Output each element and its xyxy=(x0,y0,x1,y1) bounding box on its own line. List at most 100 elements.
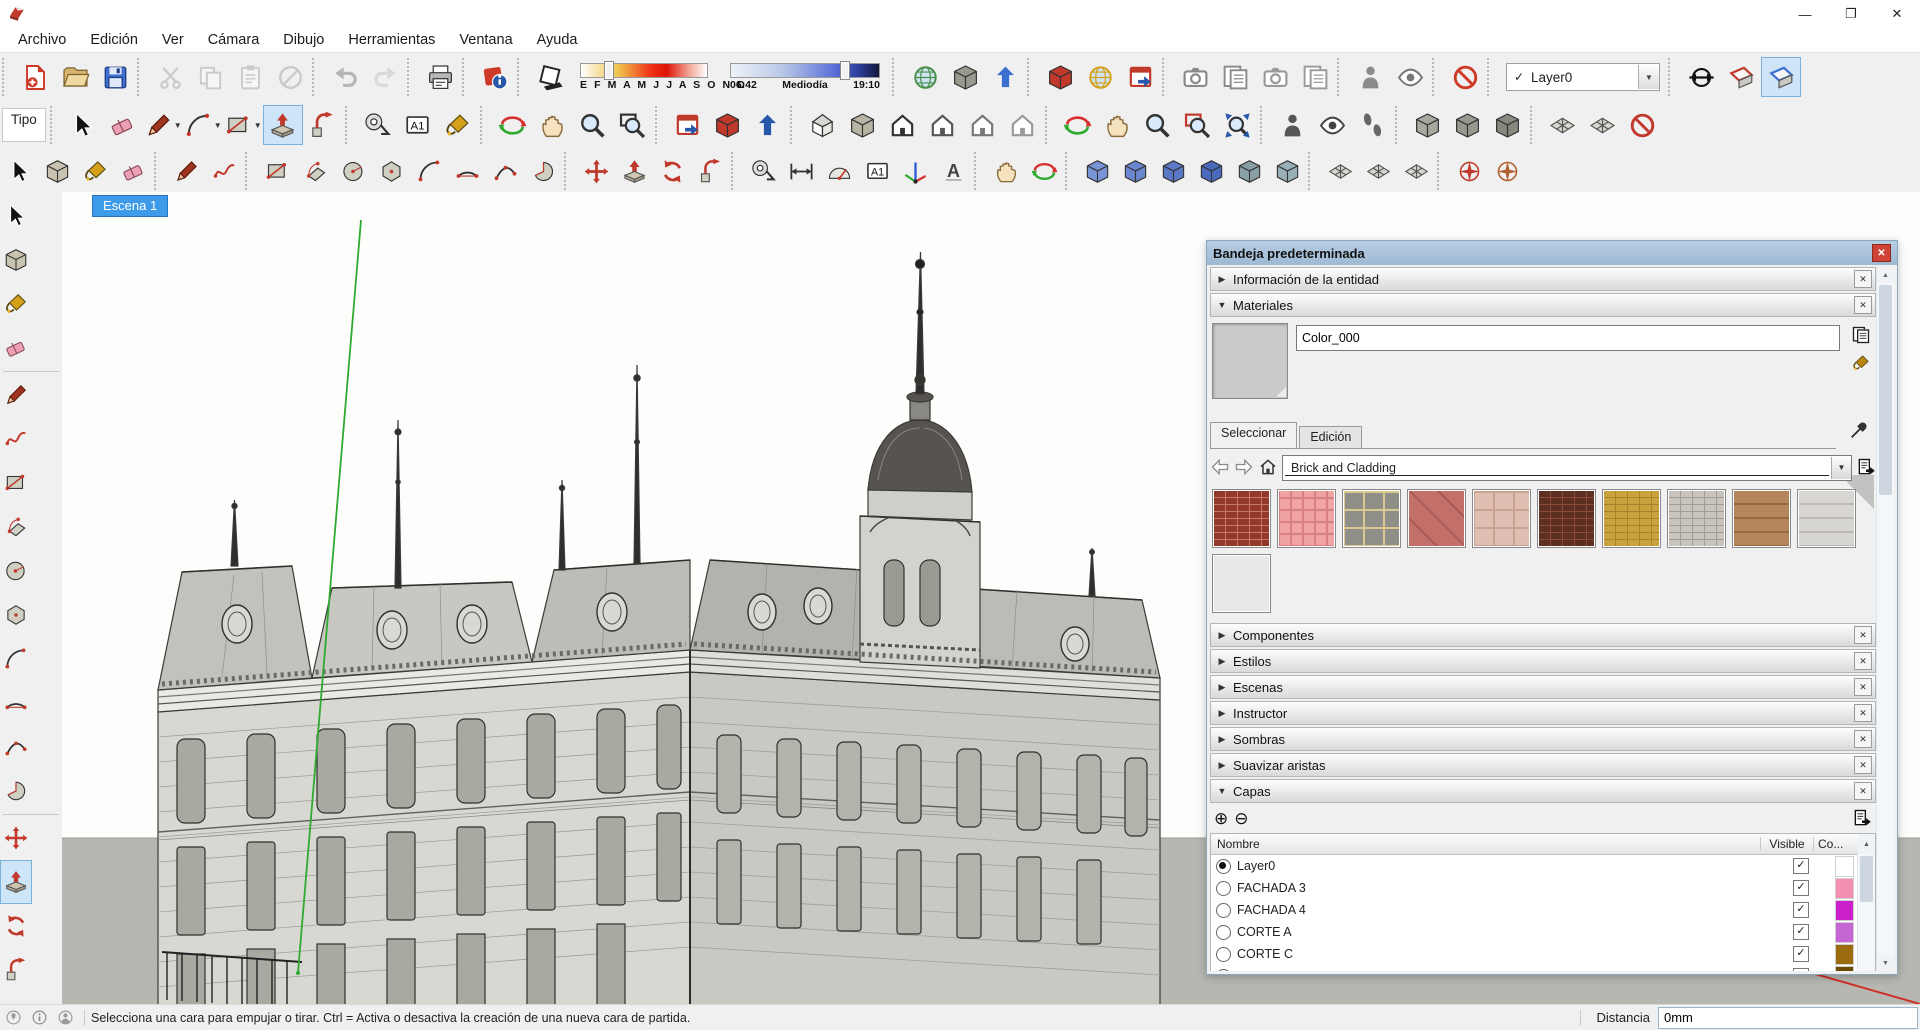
tab-edicion[interactable]: Edición xyxy=(1299,426,1362,448)
arc-button-2-icon[interactable] xyxy=(410,152,448,190)
shadow-time-slider[interactable]: 06:42 Mediodía 19:10 xyxy=(730,63,880,91)
dropdown-caret-icon[interactable]: ▼ xyxy=(254,121,262,130)
tray-close-button[interactable]: ✕ xyxy=(1872,244,1891,262)
layer-radio[interactable] xyxy=(1216,969,1231,972)
menu-herramientas[interactable]: Herramientas xyxy=(336,29,447,51)
material-swatch-white-plaster[interactable] xyxy=(1212,554,1271,613)
expander-arrow-icon[interactable]: ▶ xyxy=(1211,734,1233,745)
sandbox-smoove-button-icon[interactable] xyxy=(1583,105,1623,145)
close-button[interactable]: ✕ xyxy=(1874,0,1920,28)
view-model-box-button-icon[interactable] xyxy=(843,105,883,145)
circle-tool-icon[interactable] xyxy=(0,549,32,593)
section-close-button[interactable]: ✕ xyxy=(1854,678,1872,696)
scene-tab-escena-1[interactable]: Escena 1 xyxy=(92,195,168,217)
section-close-button[interactable]: ✕ xyxy=(1854,296,1872,314)
orbit-tool-button-icon[interactable] xyxy=(493,105,533,145)
toolbar-grip[interactable] xyxy=(245,152,254,190)
followme-tool-button-icon[interactable] xyxy=(303,105,343,145)
followme-tool-icon[interactable] xyxy=(0,948,32,992)
tape-measure-button-icon[interactable] xyxy=(358,105,398,145)
zoom-tool-button-icon[interactable] xyxy=(573,105,613,145)
look-around-toolbar-button-icon[interactable] xyxy=(1390,57,1430,97)
toolbar-grip[interactable] xyxy=(1162,58,1171,96)
rotate-button-2-icon[interactable] xyxy=(653,152,691,190)
toggle-terrain-button-icon[interactable] xyxy=(945,57,985,97)
tape-button-2-icon[interactable] xyxy=(744,152,782,190)
section-close-button[interactable]: ✕ xyxy=(1854,730,1872,748)
line-tool-icon[interactable] xyxy=(0,373,32,417)
pushpull-tool-icon[interactable] xyxy=(0,860,32,904)
layers-scroll-down-icon[interactable]: ▼ xyxy=(1858,970,1875,971)
position-camera-button-icon[interactable] xyxy=(1273,105,1313,145)
layer-visible-checkbox[interactable]: ✓ xyxy=(1793,924,1809,940)
eraser-tool-icon[interactable] xyxy=(0,326,32,370)
layer-row-corte-a[interactable]: CORTE A✓ xyxy=(1211,921,1875,943)
pie-tool-icon[interactable] xyxy=(0,769,32,813)
toolbar-grip[interactable] xyxy=(1487,58,1496,96)
column-nombre[interactable]: Nombre xyxy=(1211,837,1761,851)
expander-arrow-icon[interactable]: ▶ xyxy=(1211,682,1233,693)
date-slider-thumb[interactable] xyxy=(604,61,614,80)
layer-color-swatch[interactable] xyxy=(1835,900,1854,921)
menu-ventana[interactable]: Ventana xyxy=(447,29,524,51)
sandbox-from-contours-button-icon[interactable] xyxy=(1543,105,1583,145)
remove-layer-button[interactable]: ⊖ xyxy=(1234,809,1248,829)
layer-color-swatch[interactable] xyxy=(1835,944,1854,965)
solid-tools-6-button-icon[interactable] xyxy=(1268,152,1306,190)
minimize-button[interactable]: — xyxy=(1782,0,1828,28)
toolbar-grip[interactable] xyxy=(154,152,163,190)
layer-selector[interactable]: ✓ Layer0 ▼ xyxy=(1506,63,1660,91)
layers-scrollbar[interactable]: ▼ xyxy=(1857,854,1875,971)
solid-tools-3-button-icon[interactable] xyxy=(1154,152,1192,190)
toolbar-grip[interactable] xyxy=(1437,152,1446,190)
solid-tools-5-button-icon[interactable] xyxy=(1230,152,1268,190)
position-camera-toolbar-button-icon[interactable] xyxy=(1175,57,1215,97)
layer-visible-checkbox[interactable]: ✓ xyxy=(1793,880,1809,896)
tray-title-bar[interactable]: Bandeja predeterminada ✕ xyxy=(1207,241,1897,265)
3d-warehouse-button-icon[interactable] xyxy=(1040,57,1080,97)
advanced-camera-button-icon[interactable] xyxy=(1350,57,1390,97)
collection-dropdown-icon[interactable]: ▼ xyxy=(1831,457,1851,479)
material-name-field[interactable] xyxy=(1296,325,1840,351)
toolbar-grip[interactable] xyxy=(974,152,983,190)
toolbar-grip[interactable] xyxy=(407,58,416,96)
forward-arrow-icon[interactable] xyxy=(1234,457,1254,480)
layer-radio[interactable] xyxy=(1216,947,1231,962)
solid-tools-1-button-icon[interactable] xyxy=(1078,152,1116,190)
tray-scroll-thumb[interactable] xyxy=(1879,285,1892,495)
export-model-button-icon[interactable] xyxy=(748,105,788,145)
dropdown-caret-icon[interactable]: ▼ xyxy=(214,121,222,130)
pan-button-3-icon[interactable] xyxy=(987,152,1025,190)
walk-button-icon[interactable] xyxy=(1353,105,1393,145)
time-slider-thumb[interactable] xyxy=(840,61,850,80)
pan-button-2-icon[interactable] xyxy=(1098,105,1138,145)
pushpull-tool-button-icon[interactable] xyxy=(263,105,303,145)
new-file-button-icon[interactable] xyxy=(15,57,55,97)
collection-dropdown[interactable]: Brick and Cladding ▼ xyxy=(1282,455,1852,481)
pushpull-button-2-icon[interactable] xyxy=(615,152,653,190)
section-plane-button-icon[interactable] xyxy=(1721,57,1761,97)
toolbar-grip[interactable] xyxy=(312,58,321,96)
compass-1-button-icon[interactable] xyxy=(1450,152,1488,190)
rectangle-tool-icon[interactable] xyxy=(0,461,32,505)
expander-arrow-icon[interactable]: ▼ xyxy=(1211,300,1233,310)
dimension-button-2-icon[interactable] xyxy=(782,152,820,190)
toolbar-grip[interactable] xyxy=(137,58,146,96)
layer-color-swatch[interactable] xyxy=(1835,856,1854,877)
orbit-button-2-icon[interactable] xyxy=(1058,105,1098,145)
home-icon[interactable] xyxy=(1258,457,1278,480)
rotate-tool-icon[interactable] xyxy=(0,904,32,948)
toolbar-grip[interactable] xyxy=(790,106,799,144)
freehand-tool-icon[interactable] xyxy=(0,417,32,461)
layer-row-corte-c[interactable]: CORTE C✓ xyxy=(1211,943,1875,965)
pie-button-2-icon[interactable] xyxy=(524,152,562,190)
layer-visible-checkbox[interactable]: ✓ xyxy=(1793,858,1809,874)
material-swatch-red-tile[interactable] xyxy=(1407,489,1466,548)
sandbox-2-button-icon[interactable] xyxy=(1359,152,1397,190)
make-component-button-2-icon[interactable] xyxy=(38,152,76,190)
zoom-button-2-icon[interactable] xyxy=(1138,105,1178,145)
layer-selector-dropdown-icon[interactable]: ▼ xyxy=(1638,65,1659,89)
layer-color-swatch[interactable] xyxy=(1835,966,1854,972)
3d-text-button-2-icon[interactable] xyxy=(934,152,972,190)
axes-button-2-icon[interactable] xyxy=(896,152,934,190)
